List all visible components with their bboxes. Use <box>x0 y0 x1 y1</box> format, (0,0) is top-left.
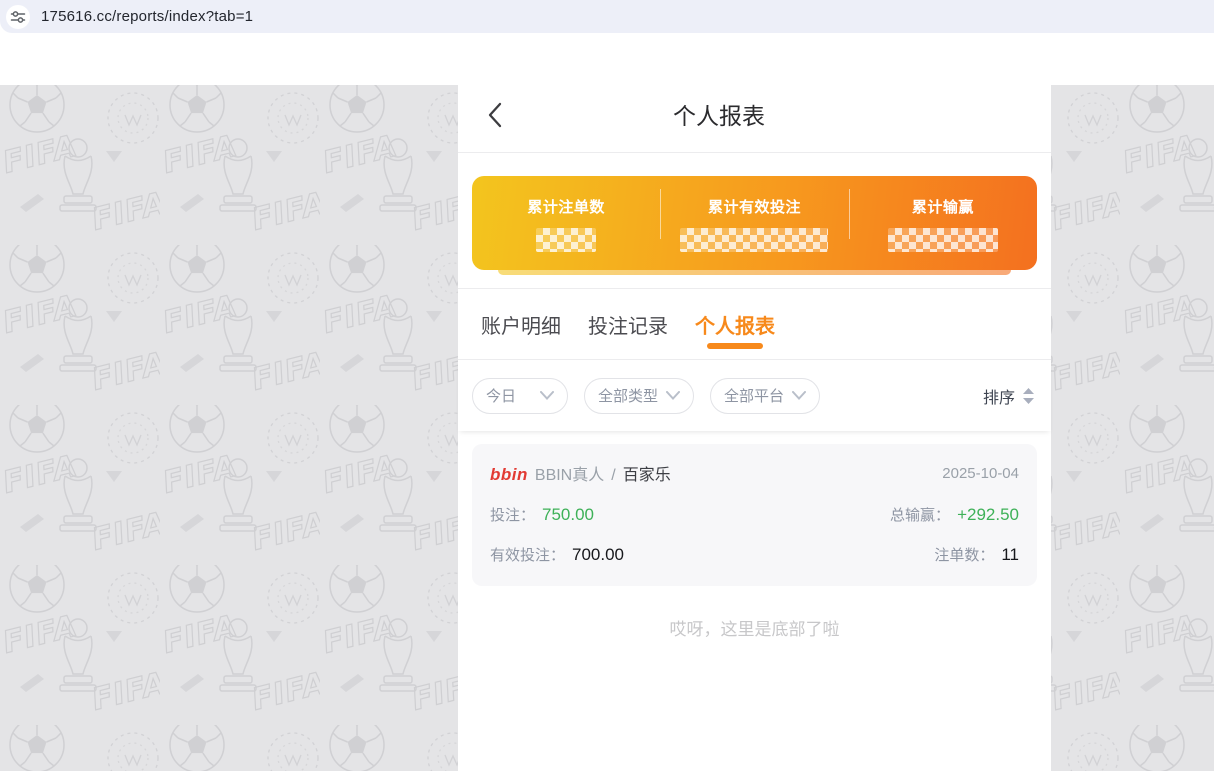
chevron-down-icon <box>666 391 680 400</box>
provider-name: BBIN真人 <box>535 461 604 485</box>
app-container: 个人报表 累计注单数 累计有效投注 累计输赢 <box>458 33 1051 771</box>
bet-count: 注单数：11 <box>934 544 1019 565</box>
active-tab-indicator <box>707 343 763 349</box>
page-title: 个人报表 <box>673 97 765 131</box>
sort-arrows-icon <box>1022 387 1035 405</box>
tab-personal-report[interactable]: 个人报表 <box>695 289 775 359</box>
record-date: 2025-10-04 <box>942 465 1019 482</box>
valid-bet-amount: 有效投注：700.00 <box>490 544 624 565</box>
tabs: 账户明细 投注记录 个人报表 <box>458 289 1051 359</box>
record-row: 投注：750.00 总输赢：+292.50 <box>490 504 1019 525</box>
app-header: 个人报表 <box>458 33 1051 152</box>
stat-label: 累计输赢 <box>912 196 974 217</box>
stat-label: 累计注单数 <box>527 196 605 217</box>
platform-filter-dropdown[interactable]: 全部平台 <box>710 378 820 414</box>
stat-total-bets: 累计注单数 <box>472 176 660 270</box>
bbin-logo: bbin <box>490 465 528 485</box>
filter-bar: 今日 全部类型 全部平台 <box>458 360 1051 431</box>
tab-account-details[interactable]: 账户明细 <box>481 289 561 359</box>
page: FIFA FIFA <box>0 33 1214 771</box>
date-filter-dropdown[interactable]: 今日 <box>472 378 568 414</box>
chevron-down-icon <box>540 391 554 400</box>
bet-amount: 投注：750.00 <box>490 504 594 525</box>
type-filter-dropdown[interactable]: 全部类型 <box>584 378 694 414</box>
tab-bet-records[interactable]: 投注记录 <box>588 289 668 359</box>
browser-address-bar[interactable]: 175616.cc/reports/index?tab=1 <box>0 0 1214 33</box>
record-title: bbin BBIN真人 / 百家乐 <box>490 461 671 485</box>
back-button[interactable] <box>488 102 502 128</box>
stat-winloss: 累计输赢 <box>849 176 1037 270</box>
chevron-down-icon <box>792 391 806 400</box>
url-text[interactable]: 175616.cc/reports/index?tab=1 <box>41 8 253 25</box>
record-header: bbin BBIN真人 / 百家乐 2025-10-04 <box>490 461 1019 485</box>
total-winloss: 总输赢：+292.50 <box>890 504 1019 525</box>
game-name: 百家乐 <box>623 461 671 485</box>
summary-section: 累计注单数 累计有效投注 累计输赢 <box>458 153 1051 288</box>
report-list: bbin BBIN真人 / 百家乐 2025-10-04 投注：750.00 总… <box>458 431 1051 640</box>
stat-valid-bets: 累计有效投注 <box>660 176 848 270</box>
report-record-card[interactable]: bbin BBIN真人 / 百家乐 2025-10-04 投注：750.00 总… <box>472 444 1037 586</box>
sort-button[interactable]: 排序 <box>983 384 1037 408</box>
blurred-value <box>680 228 828 252</box>
blurred-value <box>536 228 596 252</box>
summary-card-shadow <box>498 270 1011 275</box>
end-of-list-text: 哎呀，这里是底部了啦 <box>472 615 1037 640</box>
record-row: 有效投注：700.00 注单数：11 <box>490 544 1019 565</box>
screen: 175616.cc/reports/index?tab=1 <box>0 0 1214 771</box>
summary-card: 累计注单数 累计有效投注 累计输赢 <box>472 176 1037 270</box>
blurred-value <box>888 228 998 252</box>
separator: / <box>611 467 615 485</box>
site-settings-icon[interactable] <box>6 5 30 29</box>
stat-label: 累计有效投注 <box>708 196 801 217</box>
